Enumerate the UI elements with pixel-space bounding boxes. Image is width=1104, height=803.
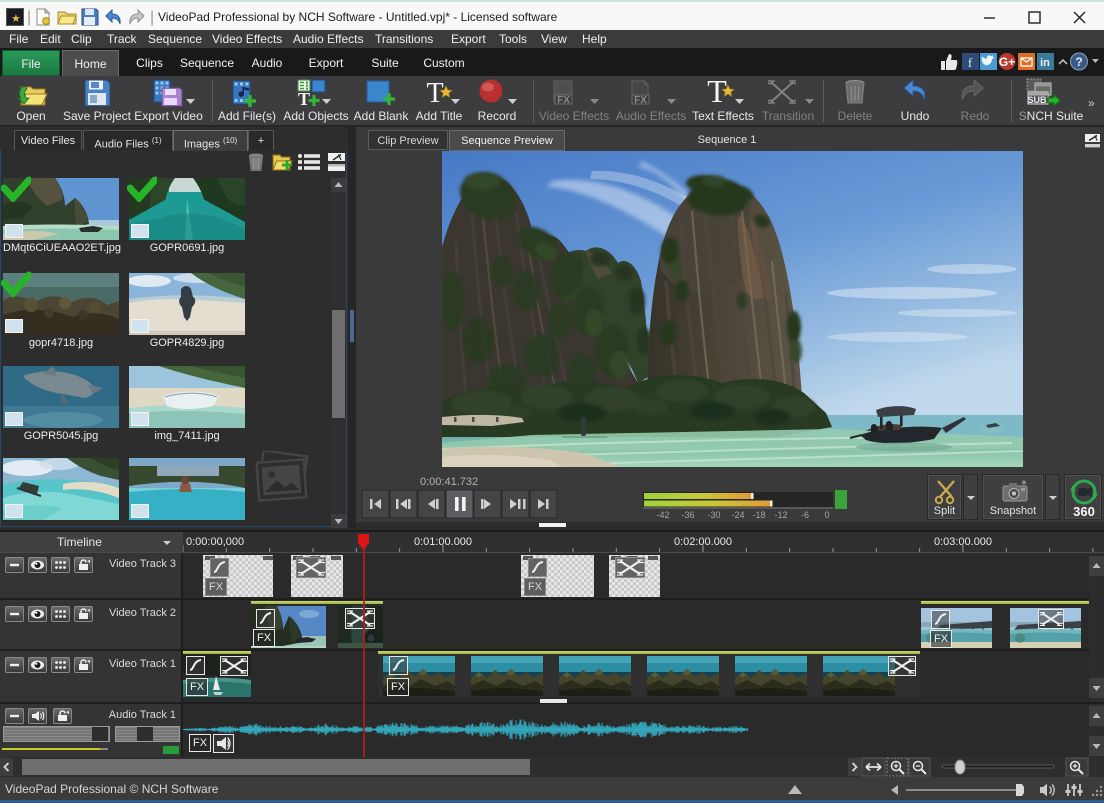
svg-text:SUB: SUB [1027, 95, 1047, 105]
svg-text:T: T [298, 89, 310, 109]
svg-text:?: ? [1075, 55, 1082, 69]
svg-text:-12: -12 [774, 510, 787, 520]
svg-text:-36: -36 [681, 510, 694, 520]
svg-text:0: 0 [824, 510, 829, 520]
svg-text:-42: -42 [656, 510, 669, 520]
svg-text:T: T [707, 76, 727, 109]
svg-text:FX: FX [557, 95, 570, 106]
svg-text:-6: -6 [801, 510, 809, 520]
svg-text:FX: FX [634, 95, 647, 106]
svg-text:-18: -18 [752, 510, 765, 520]
svg-text:360: 360 [1073, 504, 1095, 519]
svg-text:0:00:00,000: 0:00:00,000 [186, 536, 244, 548]
svg-text:in: in [1040, 57, 1050, 69]
svg-text:G+: G+ [999, 55, 1015, 69]
svg-text:T: T [426, 78, 443, 109]
svg-text:-30: -30 [707, 510, 720, 520]
svg-text:f: f [968, 55, 973, 70]
svg-text:-24: -24 [731, 510, 744, 520]
